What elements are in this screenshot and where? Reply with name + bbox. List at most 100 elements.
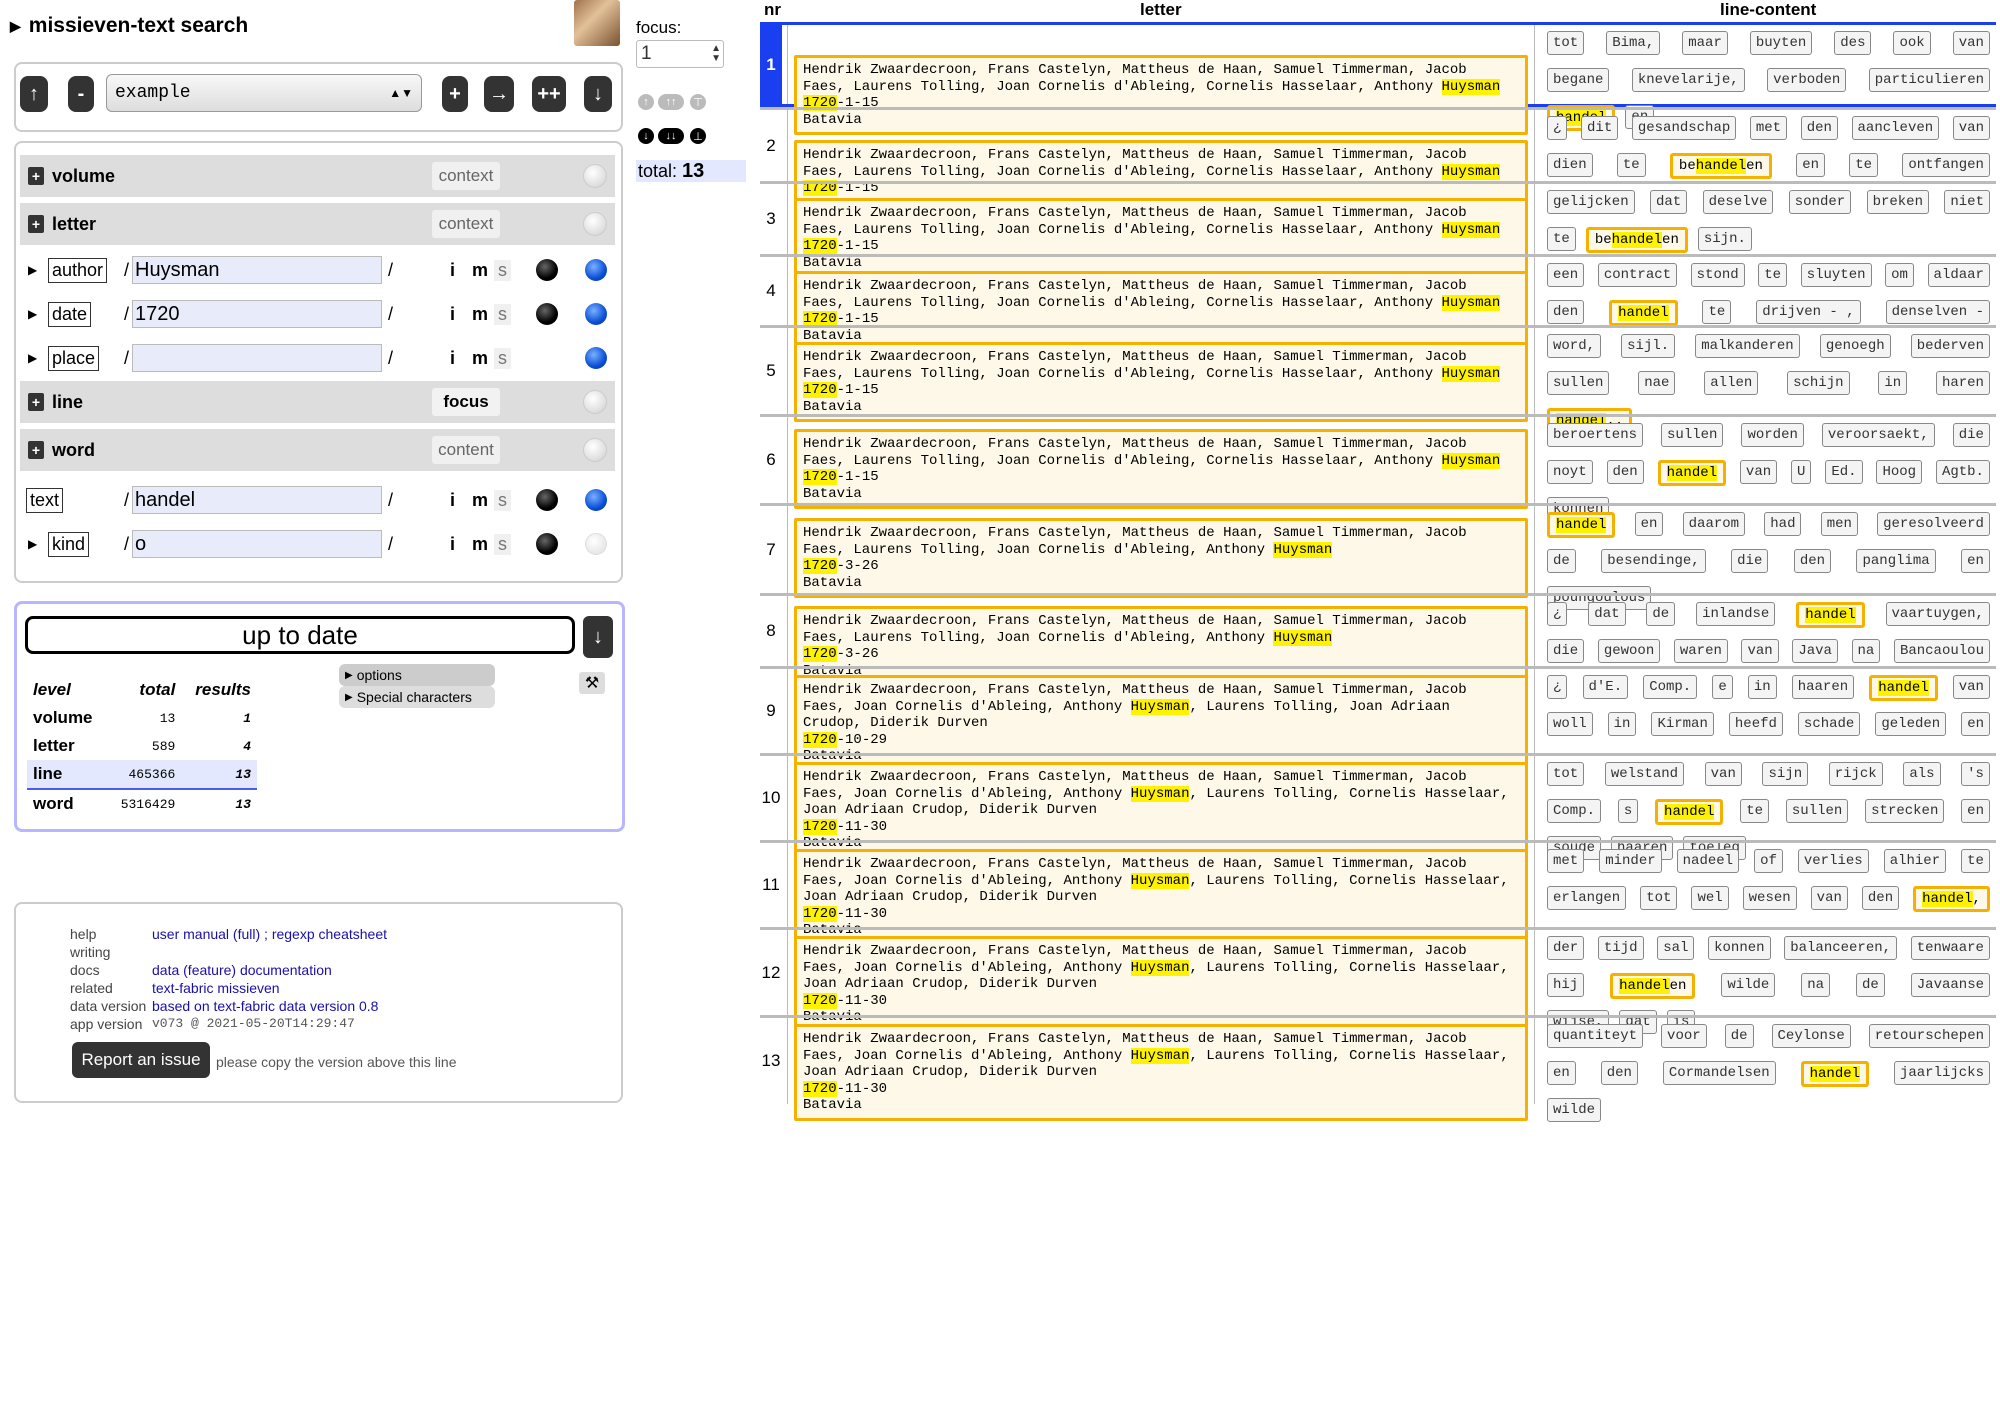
result-row[interactable]: 1 Hendrik Zwaardecroon, Frans Castelyn, M… <box>760 22 1996 135</box>
word[interactable]: de <box>1724 1024 1754 1048</box>
word[interactable]: verboden <box>1767 68 1847 92</box>
word[interactable]: aldaar <box>1927 263 1990 287</box>
letter-heading[interactable]: Hendrik Zwaardecroon, Frans Castelyn, Ma… <box>794 518 1528 598</box>
result-row[interactable]: 13 Hendrik Zwaardecroon, Frans Castelyn, … <box>760 1015 1996 1122</box>
double-arrow-up-icon[interactable]: ↑↑ <box>658 94 684 110</box>
word[interactable]: particulieren <box>1868 68 1990 92</box>
word[interactable]: van <box>1952 116 1990 140</box>
word[interactable]: ¿ <box>1547 675 1568 699</box>
word[interactable]: tot <box>1547 762 1585 786</box>
word[interactable]: heefd <box>1728 712 1783 736</box>
spinner-arrows-icon[interactable]: ▲ ▼ <box>711 44 721 64</box>
word[interactable]: haaren <box>1791 675 1855 699</box>
word[interactable]: woll <box>1547 712 1593 736</box>
word[interactable]: d'E. <box>1582 675 1629 699</box>
expand-triangle-icon[interactable]: ▶ <box>28 537 37 551</box>
tools-icon[interactable]: ⚒ <box>579 672 605 694</box>
word[interactable]: bederven <box>1910 334 1990 358</box>
feature-active-ball[interactable] <box>585 259 607 281</box>
word[interactable]: ¿ <box>1547 602 1568 626</box>
word-match[interactable]: handel <box>1869 675 1938 701</box>
word[interactable]: s <box>1617 799 1639 823</box>
flag-i[interactable]: i <box>450 534 455 555</box>
word[interactable]: inlandse <box>1696 602 1776 626</box>
word-match[interactable]: handel <box>1609 300 1678 326</box>
word[interactable]: gewoon <box>1597 639 1661 663</box>
word[interactable]: sijn. <box>1697 227 1752 251</box>
word[interactable]: gesandschap <box>1631 116 1737 140</box>
minus-button[interactable]: - <box>68 76 94 112</box>
word[interactable]: Bancaoulou <box>1893 639 1990 663</box>
word[interactable]: te <box>1758 263 1788 287</box>
top-icon[interactable]: ⊤ <box>690 94 706 110</box>
word[interactable]: van <box>1739 460 1778 484</box>
word[interactable]: Ed. <box>1825 460 1863 484</box>
app-title[interactable]: ▶ missieven-text search <box>10 14 248 38</box>
word-match[interactable]: handelen <box>1610 973 1696 999</box>
focus-input[interactable]: 1 ▲ ▼ <box>636 40 724 68</box>
word[interactable]: Hoog <box>1876 460 1923 484</box>
word[interactable]: van <box>1952 31 1990 55</box>
word[interactable]: genoegh <box>1819 334 1891 358</box>
word[interactable]: haren <box>1935 371 1990 395</box>
word[interactable]: den <box>1861 886 1900 910</box>
word[interactable]: en <box>1961 799 1990 823</box>
word[interactable]: sijn <box>1762 762 1809 786</box>
word-match[interactable]: handel <box>1547 512 1616 538</box>
add-feature-button[interactable]: + <box>28 393 44 411</box>
word[interactable]: en <box>1961 712 1990 736</box>
word[interactable]: allen <box>1704 371 1759 395</box>
bottom-icon[interactable]: ⊥ <box>690 128 706 144</box>
word[interactable]: balanceeren, <box>1784 936 1898 960</box>
word[interactable]: den <box>1547 300 1585 324</box>
word[interactable]: dit <box>1581 116 1619 140</box>
feature-active-ball[interactable] <box>585 489 607 511</box>
flag-m[interactable]: m <box>472 348 488 369</box>
download-button[interactable]: ↓ <box>583 616 613 658</box>
word[interactable]: verlies <box>1797 849 1869 873</box>
add-feature-button[interactable]: + <box>28 215 44 233</box>
collapse-triangle-icon[interactable]: ▶ <box>10 18 21 35</box>
letter-heading[interactable]: Hendrik Zwaardecroon, Frans Castelyn, Ma… <box>794 1024 1528 1121</box>
word[interactable]: sluyten <box>1800 263 1872 287</box>
word[interactable]: van <box>1704 762 1742 786</box>
flag-s[interactable]: s <box>494 489 511 511</box>
level-toggle-ball[interactable] <box>583 164 607 188</box>
feature-show-ball[interactable] <box>536 259 558 281</box>
word[interactable]: Javaanse <box>1910 973 1990 997</box>
word[interactable]: gelijcken <box>1547 190 1635 214</box>
word-match[interactable]: handel, <box>1913 886 1990 912</box>
word[interactable]: ¿ <box>1547 116 1568 140</box>
add-feature-button[interactable]: + <box>28 441 44 459</box>
word[interactable]: geleden <box>1875 712 1947 736</box>
word[interactable]: word, <box>1547 334 1602 358</box>
word[interactable]: sullen <box>1547 371 1610 395</box>
arrow-up-icon[interactable]: ↑ <box>638 94 654 110</box>
search-status-button[interactable]: up to date <box>25 616 575 654</box>
level-display-toggle[interactable]: focus <box>432 388 500 416</box>
word[interactable]: begane <box>1547 68 1610 92</box>
word[interactable]: retourschepen <box>1868 1024 1990 1048</box>
word[interactable]: contract <box>1597 263 1678 287</box>
special-characters-toggle[interactable]: ▶ Special characters <box>339 686 495 708</box>
result-row[interactable]: 7 Hendrik Zwaardecroon, Frans Castelyn, M… <box>760 503 1996 610</box>
word[interactable]: nae <box>1638 371 1676 395</box>
word[interactable]: e <box>1712 675 1733 699</box>
result-row[interactable]: 2 Hendrik Zwaardecroon, Frans Castelyn, M… <box>760 107 1996 220</box>
word[interactable]: die <box>1731 549 1769 573</box>
word[interactable]: in <box>1878 371 1908 395</box>
related-link[interactable]: text-fabric missieven <box>152 980 280 996</box>
word[interactable]: niet <box>1944 190 1990 214</box>
word[interactable]: te <box>1547 227 1576 251</box>
word[interactable]: beroertens <box>1547 423 1644 447</box>
word[interactable]: te <box>1849 153 1879 177</box>
word[interactable]: tenwaare <box>1910 936 1990 960</box>
word[interactable]: wesen <box>1742 886 1797 910</box>
report-issue-button[interactable]: Report an issue <box>72 1042 210 1078</box>
flag-i[interactable]: i <box>450 490 455 511</box>
flag-s[interactable]: s <box>494 347 511 369</box>
word[interactable]: Comp. <box>1643 675 1698 699</box>
word[interactable]: quantiteyt <box>1547 1024 1644 1048</box>
letter-heading[interactable]: Hendrik Zwaardecroon, Frans Castelyn, Ma… <box>794 429 1528 509</box>
word[interactable]: met <box>1749 116 1788 140</box>
